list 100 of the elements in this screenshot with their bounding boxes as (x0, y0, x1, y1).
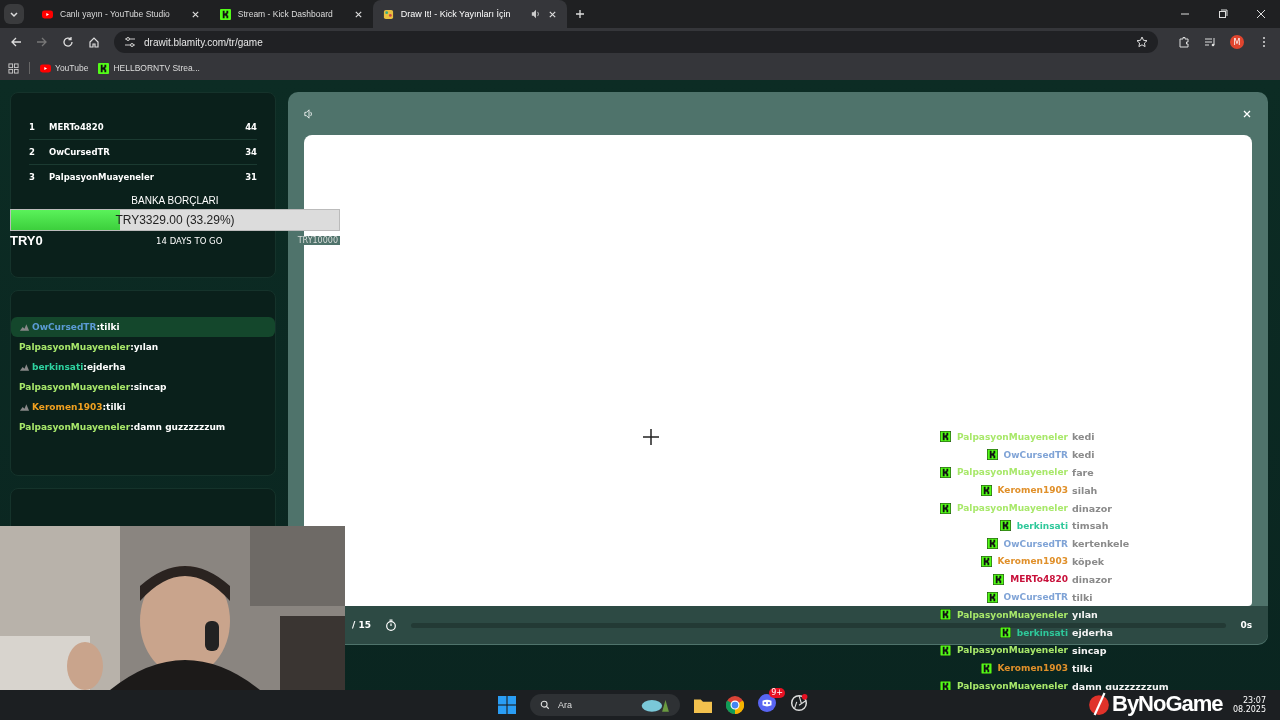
chat-message[interactable]: berkinsati:ejderha (11, 357, 275, 377)
chat-username: PalpasyonMuayeneler (956, 681, 1068, 692)
chrome-icon[interactable] (726, 696, 744, 714)
chat-username: MERTo4820 (1010, 574, 1068, 585)
media-icon[interactable] (1204, 36, 1216, 48)
caret-icon (9, 9, 19, 19)
chat-text: tilki (1072, 591, 1093, 603)
kick-icon (939, 644, 951, 656)
notification-badge: 9+ (769, 688, 785, 698)
chat-text: dinazor (1072, 502, 1112, 514)
profile-avatar[interactable]: M (1230, 35, 1244, 49)
close-icon[interactable] (190, 9, 200, 19)
chat-message[interactable]: PalpasyonMuayeneler:damn guzzzzzzum (11, 417, 275, 437)
player-name: PalpasyonMuayeneler (49, 172, 155, 182)
chat-username: OwCursedTR (1003, 592, 1068, 603)
chat-text: silah (1072, 484, 1098, 496)
player-score: 34 (245, 147, 257, 157)
chat-username: PalpasyonMuayeneler (956, 467, 1068, 478)
kick-icon (98, 62, 110, 74)
player-name: OwCursedTR (49, 147, 111, 157)
clock-time: 23:07 (1242, 696, 1266, 705)
chat-username: PalpasyonMuayeneler (956, 645, 1068, 656)
browser-tab[interactable]: Draw It! - Kick Yayınları İçin (372, 0, 568, 28)
kick-icon (980, 555, 992, 567)
chat-username: berkinsati (1016, 520, 1068, 531)
player-score: 44 (245, 122, 257, 132)
chat-text: kedi (1072, 449, 1095, 461)
tab-list-button[interactable] (4, 4, 24, 24)
chat-username: Keromen1903 (997, 485, 1068, 496)
chat-text: kedi (1072, 431, 1095, 443)
speaker-icon[interactable] (304, 108, 314, 119)
kick-icon (986, 591, 998, 603)
address-bar[interactable]: drawit.blamity.com/tr/game (114, 31, 1158, 53)
timer-icon (384, 619, 397, 631)
close-icon[interactable] (548, 9, 558, 19)
speaker-icon[interactable] (531, 9, 542, 19)
chat-username: Keromen1903 (997, 556, 1068, 567)
youtube-icon (40, 62, 51, 74)
browser-tab[interactable]: Canlı yayın - YouTube Studio (32, 0, 210, 28)
chat-text: dinazor (1072, 573, 1112, 585)
kick-icon (986, 538, 998, 550)
reload-icon[interactable] (62, 36, 74, 48)
browser-tab[interactable]: Stream - Kick Dashboard (209, 0, 373, 28)
chat-username: PalpasyonMuayeneler (956, 609, 1068, 620)
kick-icon (219, 8, 231, 20)
bookmark[interactable]: HELLBORNTV Strea... (98, 62, 200, 74)
back-icon[interactable] (10, 36, 22, 48)
rank-number: 3 (29, 172, 36, 182)
kick-icon (980, 484, 992, 496)
rank-number: 2 (29, 147, 36, 157)
clock-date: 08.2025 (1232, 705, 1266, 714)
goal-title: BANKA BORÇLARI (131, 195, 219, 208)
restore-icon[interactable] (1218, 9, 1228, 19)
kick-icon (939, 502, 951, 514)
kick-icon (980, 662, 992, 674)
chat-text: tilki (1072, 662, 1093, 674)
apps-icon[interactable] (8, 62, 19, 74)
chat-message[interactable]: OwCursedTR:tilki (11, 317, 275, 337)
chat-text: ejderha (1072, 627, 1113, 639)
close-icon[interactable] (1256, 9, 1266, 19)
chat-text: kertenkele (1072, 538, 1130, 550)
chat-message[interactable]: PalpasyonMuayeneler:yılan (11, 337, 275, 357)
bookmark[interactable]: YouTube (40, 62, 89, 74)
chat-message[interactable]: PalpasyonMuayeneler:sincap (11, 377, 275, 397)
forward-icon[interactable] (36, 36, 48, 48)
aperture-icon[interactable] (790, 694, 808, 712)
kick-icon (939, 467, 951, 478)
crosshair-cursor-icon (643, 429, 659, 445)
rank-number: 1 (29, 122, 36, 132)
logo: ByNoGame (1088, 690, 1223, 718)
chat-message[interactable]: Keromen1903:tilki (11, 397, 275, 417)
youtube-icon (42, 8, 53, 20)
discord-icon[interactable] (758, 694, 776, 712)
folder-icon[interactable] (694, 696, 712, 714)
palette-icon (382, 8, 394, 20)
chat-text: köpek (1072, 555, 1105, 567)
chat-text: sincap (1072, 644, 1107, 656)
chat-username: Keromen1903 (997, 663, 1068, 674)
new-tab-icon[interactable] (575, 9, 586, 19)
chat-username: OwCursedTR (1003, 449, 1068, 460)
round-counter: / 15 (352, 620, 371, 630)
time-left: 0s (1240, 620, 1252, 630)
chat-text: timsah (1072, 520, 1109, 532)
chat-text: damn guzzzzzzum (1072, 680, 1169, 692)
home-icon[interactable] (88, 36, 100, 48)
chat-username: OwCursedTR (1003, 538, 1068, 549)
goal-start: TRY0 (10, 233, 43, 248)
kick-icon (986, 449, 998, 461)
search-icon (540, 700, 550, 710)
close-icon[interactable] (353, 9, 363, 19)
chat-text: yılan (1072, 609, 1098, 621)
chat-username: PalpasyonMuayeneler (956, 503, 1068, 514)
extensions-icon[interactable] (1178, 36, 1190, 48)
goal-days-left: 14 DAYS TO GO (156, 235, 223, 246)
chat-username: berkinsati (1016, 627, 1068, 638)
star-icon[interactable] (1136, 36, 1148, 48)
site-settings-icon[interactable] (124, 36, 136, 48)
kick-icon (993, 573, 1005, 585)
start-icon[interactable] (498, 696, 516, 714)
taskbar-search[interactable]: Ara (530, 694, 680, 716)
